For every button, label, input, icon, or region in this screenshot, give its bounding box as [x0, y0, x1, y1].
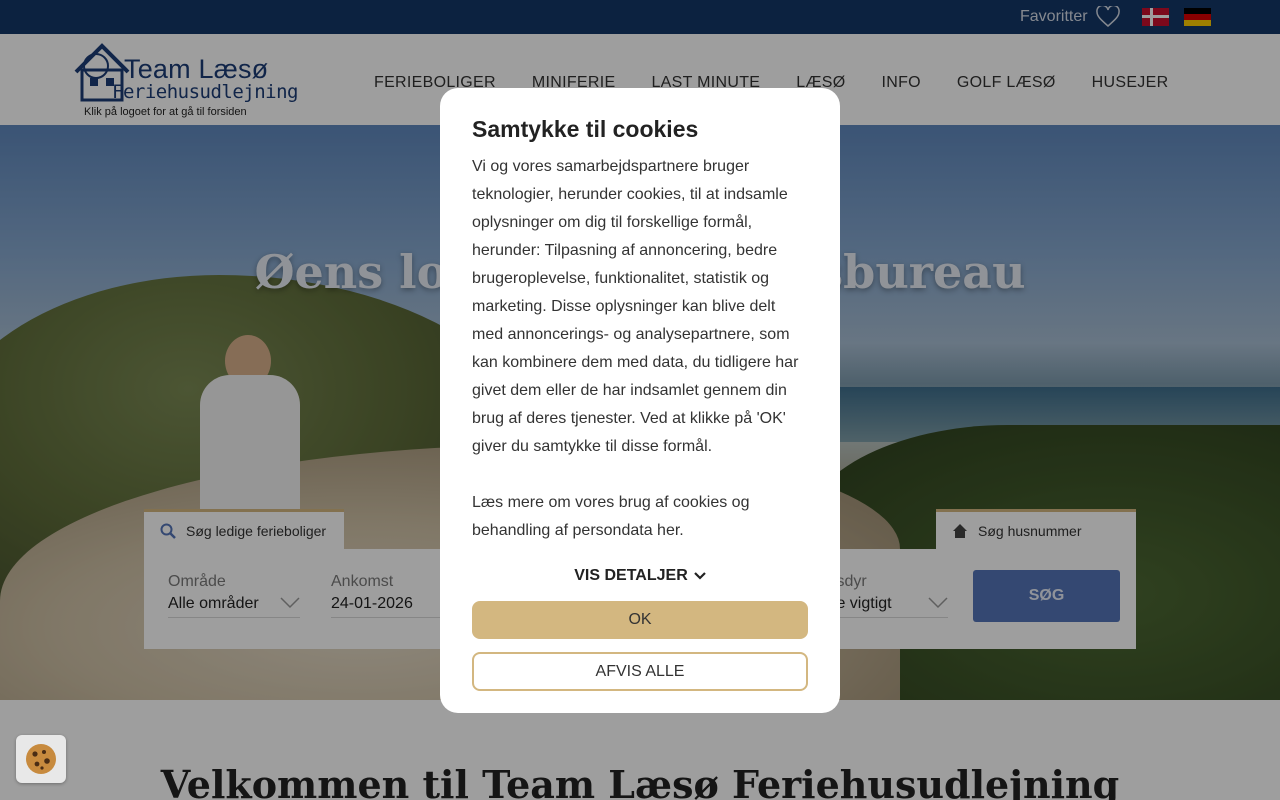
- show-details-label: VIS DETALJER: [574, 567, 688, 584]
- reject-all-button[interactable]: AFVIS ALLE: [472, 652, 808, 691]
- cookie-dialog-body: Vi og vores samarbejdspartnere bruger te…: [472, 158, 799, 455]
- cookie-dialog: Samtykke til cookies Vi og vores samarbe…: [440, 88, 840, 713]
- cookie-settings-button[interactable]: [16, 735, 66, 783]
- accept-cookies-button[interactable]: OK: [472, 601, 808, 639]
- cookie-icon: [26, 744, 56, 774]
- show-details-toggle[interactable]: VIS DETALJER: [472, 567, 808, 585]
- cookie-read-more-link[interactable]: Læs mere om vores brug af cookies og beh…: [472, 489, 808, 545]
- chevron-down-icon: [693, 572, 706, 580]
- cookie-dialog-title: Samtykke til cookies: [472, 116, 699, 142]
